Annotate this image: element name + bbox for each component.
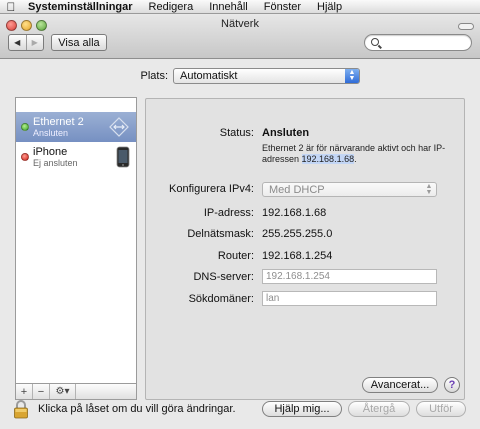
service-name: iPhone (33, 146, 68, 158)
menu-bar:  Systeminställningar Redigera Innehåll … (0, 0, 480, 14)
popup-arrows-icon: ▲ ▼ (425, 182, 433, 196)
menu-help[interactable]: Hjälp (309, 0, 350, 14)
status-value: Ansluten (262, 127, 310, 139)
status-label: Status: (219, 127, 254, 139)
ethernet-icon (108, 116, 130, 141)
window-title: Nätverk (221, 18, 259, 30)
status-description-end: . (354, 154, 357, 164)
menu-content[interactable]: Innehåll (201, 0, 256, 14)
status-description: Ethernet 2 är för närvarande aktivt och … (262, 143, 452, 165)
advanced-button[interactable]: Avancerat... (362, 377, 438, 393)
ip-address-label: IP-adress: (203, 207, 254, 219)
menu-window[interactable]: Fönster (256, 0, 309, 14)
subnet-mask-value: 255.255.255.0 (262, 228, 333, 240)
apple-menu-icon[interactable]:  (0, 0, 22, 14)
configure-ipv4-value: Med DHCP (269, 183, 325, 196)
dns-server-label: DNS-server: (193, 271, 254, 283)
revert-button[interactable]: Återgå (348, 401, 410, 417)
service-list-controls: + − ⚙▾ (15, 384, 137, 400)
back-arrow-icon[interactable]: ◀ (9, 35, 27, 50)
service-list: Ethernet 2 Ansluten iPhone Ej ansluten (15, 97, 137, 384)
disconnected-status-icon (21, 153, 29, 161)
service-detail-panel: Status: Ansluten Ethernet 2 är för närva… (145, 98, 465, 400)
remove-service-button[interactable]: − (33, 384, 50, 399)
popup-arrows-icon: ▲ ▼ (345, 69, 359, 83)
toolbar-toggle-button[interactable] (458, 23, 474, 30)
window-titlebar: Nätverk ◀ ▶ Visa alla (0, 15, 480, 59)
router-value: 192.168.1.254 (262, 250, 333, 262)
service-item-iphone[interactable]: iPhone Ej ansluten (16, 142, 136, 172)
status-description-ip: 192.168.1.68 (301, 154, 355, 164)
service-name: Ethernet 2 (33, 116, 84, 128)
location-value: Automatiskt (180, 70, 238, 82)
network-preferences-window: Nätverk ◀ ▶ Visa alla Plats: Automatiskt… (0, 15, 480, 429)
subnet-mask-label: Delnätsmask: (187, 228, 254, 240)
lock-hint-text: Klicka på låset om du vill göra ändringa… (38, 403, 236, 415)
location-label: Plats: (140, 70, 168, 82)
action-gear-button[interactable]: ⚙▾ (50, 384, 76, 399)
lock-icon[interactable] (12, 399, 30, 422)
menu-edit[interactable]: Redigera (141, 0, 202, 14)
location-popup[interactable]: Automatiskt ▲ ▼ (173, 68, 360, 84)
search-domains-label: Sökdomäner: (188, 293, 254, 305)
search-icon (371, 38, 379, 46)
connected-status-icon (21, 123, 29, 131)
iphone-icon (116, 146, 130, 171)
assist-me-button[interactable]: Hjälp mig... (262, 401, 342, 417)
ip-address-value: 192.168.1.68 (262, 207, 327, 219)
service-item-ethernet-2[interactable]: Ethernet 2 Ansluten (16, 112, 136, 142)
add-service-button[interactable]: + (16, 384, 33, 399)
forward-arrow-icon[interactable]: ▶ (27, 35, 44, 50)
search-domains-field[interactable]: lan (262, 291, 437, 306)
dns-server-field[interactable]: 192.168.1.254 (262, 269, 437, 284)
show-all-button[interactable]: Visa alla (51, 34, 107, 51)
apply-button[interactable]: Utför (416, 401, 466, 417)
configure-ipv4-label: Konfigurera IPv4: (169, 183, 254, 195)
service-status: Ansluten (33, 128, 69, 138)
service-status: Ej ansluten (33, 158, 78, 168)
search-field[interactable] (364, 34, 472, 51)
help-button[interactable]: ? (444, 377, 460, 393)
back-forward-control: ◀ ▶ (8, 34, 44, 51)
configure-ipv4-popup[interactable]: Med DHCP ▲ ▼ (262, 182, 437, 197)
menu-app[interactable]: Systeminställningar (22, 0, 141, 14)
router-label: Router: (217, 250, 254, 262)
